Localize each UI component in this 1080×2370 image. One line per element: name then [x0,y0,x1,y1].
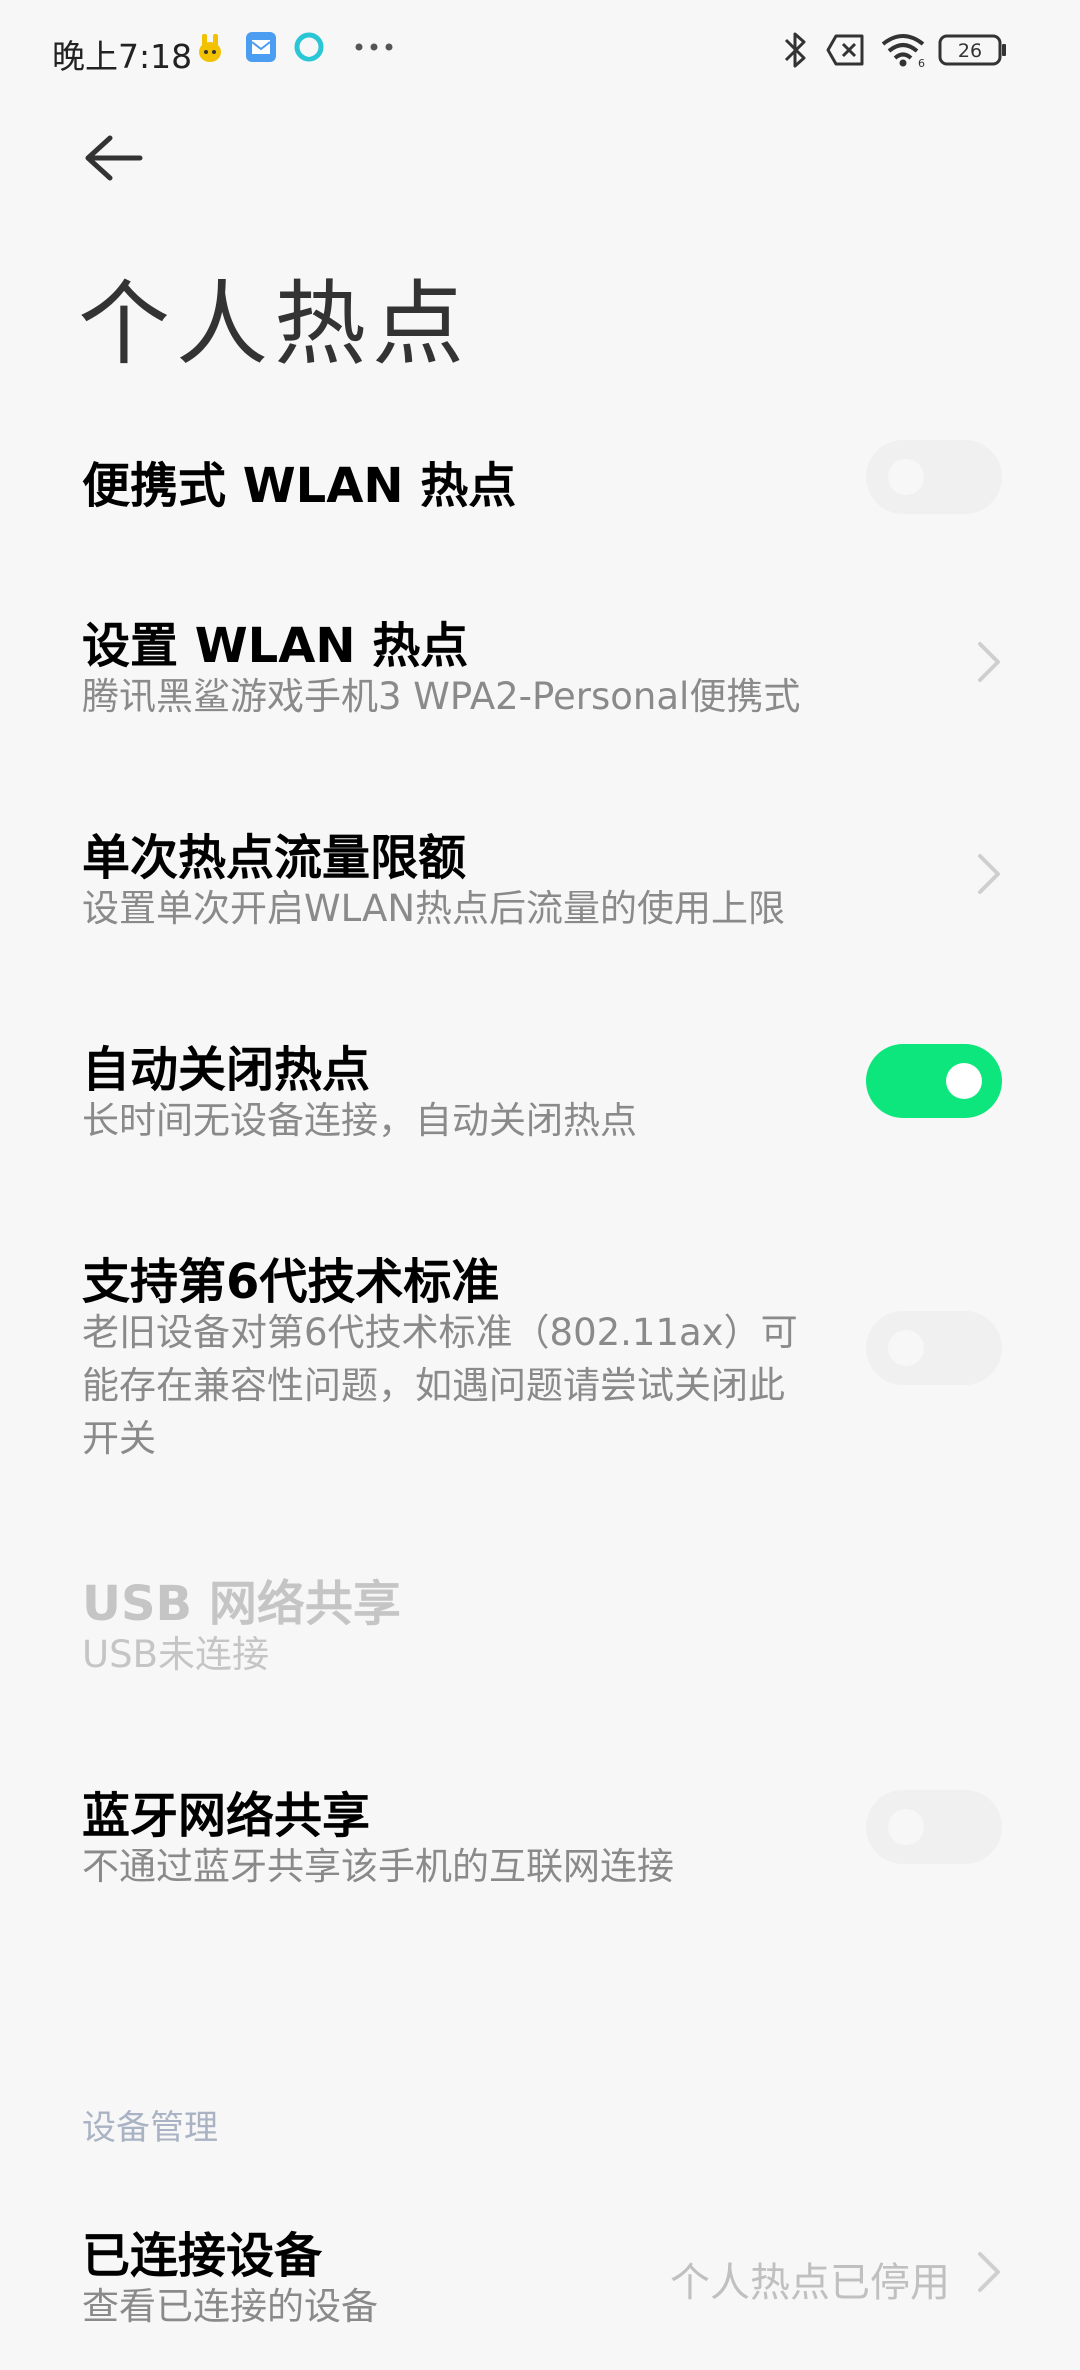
traffic-limit-subtitle: 设置单次开启WLAN热点后流量的使用上限 [82,887,786,930]
toggle-knob [888,1330,924,1366]
assistant-notification-icon [292,30,326,68]
toggle-knob [946,1063,982,1099]
more-notifications-icon [354,38,394,57]
usb-tethering-row: USB 网络共享 USB未连接 [0,1548,1080,1698]
connected-devices-subtitle: 查看已连接的设备 [82,2285,378,2328]
bluetooth-tethering-toggle[interactable] [866,1790,1002,1864]
status-time: 晚上7:18 [52,37,193,76]
bluetooth-icon [780,30,810,74]
battery-level: 26 [958,40,982,62]
wifi-icon: 6 [880,32,926,72]
mail-notification-icon [244,30,278,68]
usb-tethering-label: USB 网络共享 [82,1576,401,1632]
chevron-right-icon [978,854,1000,894]
no-sim-icon [826,34,866,70]
app-notification-icon [192,30,228,70]
bluetooth-tethering-row[interactable]: 蓝牙网络共享 不通过蓝牙共享该手机的互联网连接 [0,1760,1080,1910]
traffic-limit-label: 单次热点流量限额 [82,830,467,886]
auto-close-label: 自动关闭热点 [82,1042,371,1098]
hotspot-status-value: 个人热点已停用 [670,2260,950,2306]
svg-text:6: 6 [918,57,925,68]
chevron-right-icon [978,2252,1000,2292]
auto-close-toggle[interactable] [866,1044,1002,1118]
bluetooth-tethering-label: 蓝牙网络共享 [82,1788,371,1844]
portable-hotspot-label: 便携式 WLAN 热点 [82,458,517,514]
battery-icon: 26 [938,34,1008,70]
wifi6-subtitle: 老旧设备对第6代技术标准（802.11ax）可 能存在兼容性问题，如遇问题请尝试… [82,1311,798,1460]
back-button[interactable] [78,128,148,188]
portable-hotspot-toggle[interactable] [866,440,1002,514]
section-header-device-management: 设备管理 [82,2108,218,2148]
traffic-limit-row[interactable]: 单次热点流量限额 设置单次开启WLAN热点后流量的使用上限 [0,802,1080,952]
connected-devices-row[interactable]: 已连接设备 查看已连接的设备 个人热点已停用 [0,2200,1080,2350]
setup-hotspot-subtitle: 腾讯黑鲨游戏手机3 WPA2-Personal便携式 [82,675,801,718]
connected-devices-label: 已连接设备 [82,2228,323,2284]
chevron-right-icon [978,642,1000,682]
auto-close-row[interactable]: 自动关闭热点 长时间无设备连接，自动关闭热点 [0,1014,1080,1164]
toggle-knob [888,1809,924,1845]
setup-hotspot-row[interactable]: 设置 WLAN 热点 腾讯黑鲨游戏手机3 WPA2-Personal便携式 [0,590,1080,740]
bluetooth-tethering-subtitle: 不通过蓝牙共享该手机的互联网连接 [82,1845,674,1888]
wifi6-row[interactable]: 支持第6代技术标准 老旧设备对第6代技术标准（802.11ax）可 能存在兼容性… [0,1226,1080,1486]
wifi6-toggle[interactable] [866,1311,1002,1385]
page-title: 个人热点 [78,271,471,378]
portable-hotspot-row[interactable]: 便携式 WLAN 热点 [0,430,1080,540]
auto-close-subtitle: 长时间无设备连接，自动关闭热点 [82,1099,637,1142]
setup-hotspot-label: 设置 WLAN 热点 [82,618,469,674]
wifi6-label: 支持第6代技术标准 [82,1254,500,1310]
usb-tethering-subtitle: USB未连接 [82,1633,269,1676]
status-bar: 晚上7:18 6 26 [0,0,1080,100]
toggle-knob [888,459,924,495]
